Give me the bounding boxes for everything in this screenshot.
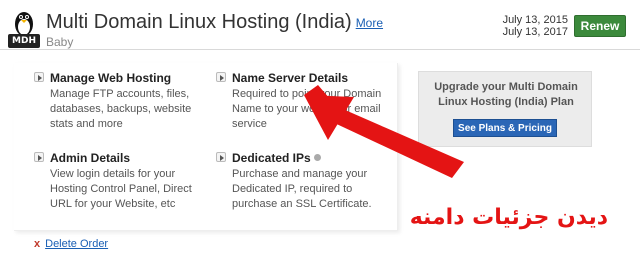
annotation-text: دیدن جزئیات دامنه bbox=[409, 205, 608, 230]
